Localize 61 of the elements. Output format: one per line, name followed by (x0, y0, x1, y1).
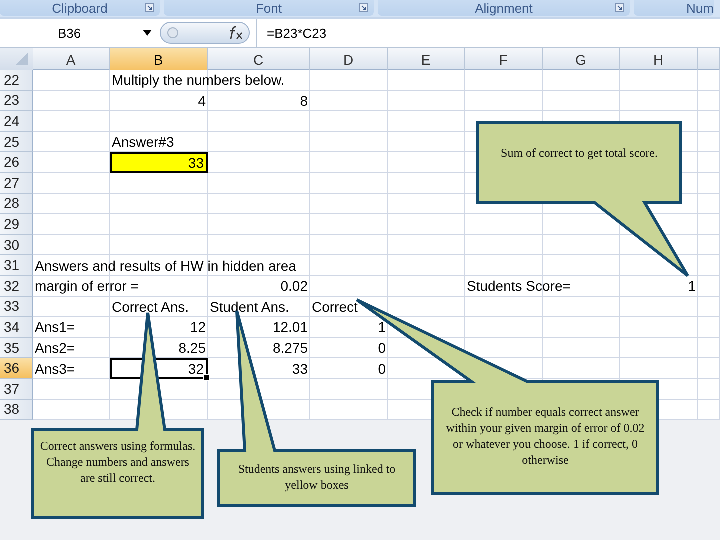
row-header[interactable]: 30 (0, 234, 33, 256)
row-header[interactable]: 33 (0, 296, 33, 318)
cell-text: Correct (312, 298, 358, 315)
dialog-launcher-icon[interactable] (359, 3, 368, 12)
cell-value: 8.275 (272, 340, 308, 356)
row-header[interactable]: 24 (0, 111, 33, 132)
row-header[interactable]: 23 (0, 90, 33, 112)
row-header[interactable]: 22 (0, 70, 33, 91)
row-header[interactable]: 32 (0, 276, 33, 297)
ribbon-group-label: Font (256, 0, 282, 16)
row-header[interactable]: 38 (0, 400, 33, 420)
ribbon-group-label: Alignment (475, 0, 533, 16)
cell-text: Answer#3 (112, 134, 174, 150)
cell-value: 12 (190, 319, 206, 336)
ribbon-group-label: Clipboard (52, 0, 108, 16)
row-header[interactable]: 29 (0, 214, 33, 235)
function-icon[interactable] (227, 26, 245, 40)
cell-text: Ans2= (35, 340, 76, 356)
row-header[interactable]: 25 (0, 132, 33, 152)
dialog-launcher-icon[interactable] (145, 3, 154, 12)
cell-value: 8 (300, 92, 308, 109)
row-header[interactable]: 28 (0, 194, 33, 214)
row-header[interactable]: 36 (0, 358, 33, 379)
dropdown-arrow-icon[interactable] (143, 30, 152, 36)
cell-text: Answers and results of HW in hidden area (35, 258, 296, 274)
cell-value: 4 (198, 92, 206, 109)
name-box[interactable]: B36 (58, 26, 82, 40)
row-header[interactable]: 26 (0, 152, 33, 173)
fill-handle[interactable] (203, 374, 210, 381)
row-header[interactable]: 31 (0, 255, 33, 276)
cell-value: 0.02 (280, 278, 308, 294)
cell-text: Students Score= (467, 278, 571, 294)
cell-value: 33 (188, 154, 204, 171)
row-header[interactable]: 34 (0, 317, 33, 338)
cell-text: Ans3= (35, 360, 76, 377)
cell-value: 0 (378, 360, 386, 377)
circle-icon (167, 27, 179, 39)
cell-value: 12.01 (272, 319, 308, 336)
cell-text: margin of error = (35, 278, 139, 294)
cell-value: 1 (378, 319, 386, 336)
cell-value: 33 (292, 360, 308, 377)
column-header[interactable]: B (110, 48, 208, 72)
cell-value: 1 (688, 278, 696, 294)
callout-text: Correct answers using formulas. Change numbers and answers are still correct. (40, 438, 196, 486)
ribbon-group-label: Num (686, 0, 714, 16)
dialog-launcher-icon[interactable] (615, 3, 624, 12)
callout-text: Sum of correct to get total score. (500, 145, 659, 161)
cell-value: 32 (188, 360, 204, 377)
cell-text: Ans1= (35, 319, 76, 336)
cell-text: Multiply the numbers below. (112, 72, 285, 88)
callout-text: Students answers using linked to yellow boxes (237, 461, 397, 493)
highlighted-cell[interactable]: 33 (110, 152, 208, 173)
row-header[interactable]: 37 (0, 378, 33, 400)
cell-value: 8.25 (178, 340, 206, 356)
row-header[interactable]: 35 (0, 338, 33, 358)
row-header[interactable]: 27 (0, 172, 33, 194)
cell-value: 0 (378, 340, 386, 356)
formula-text[interactable]: =B23*C23 (267, 26, 327, 40)
callout-text: Check if number equals correct answer within your given margin of error of 0.02 or whatever you choose. 1 if correct, 0 otherwise (445, 404, 646, 468)
cell-text: Student Ans. (210, 298, 290, 315)
cell-text: Correct Ans. (112, 298, 190, 315)
